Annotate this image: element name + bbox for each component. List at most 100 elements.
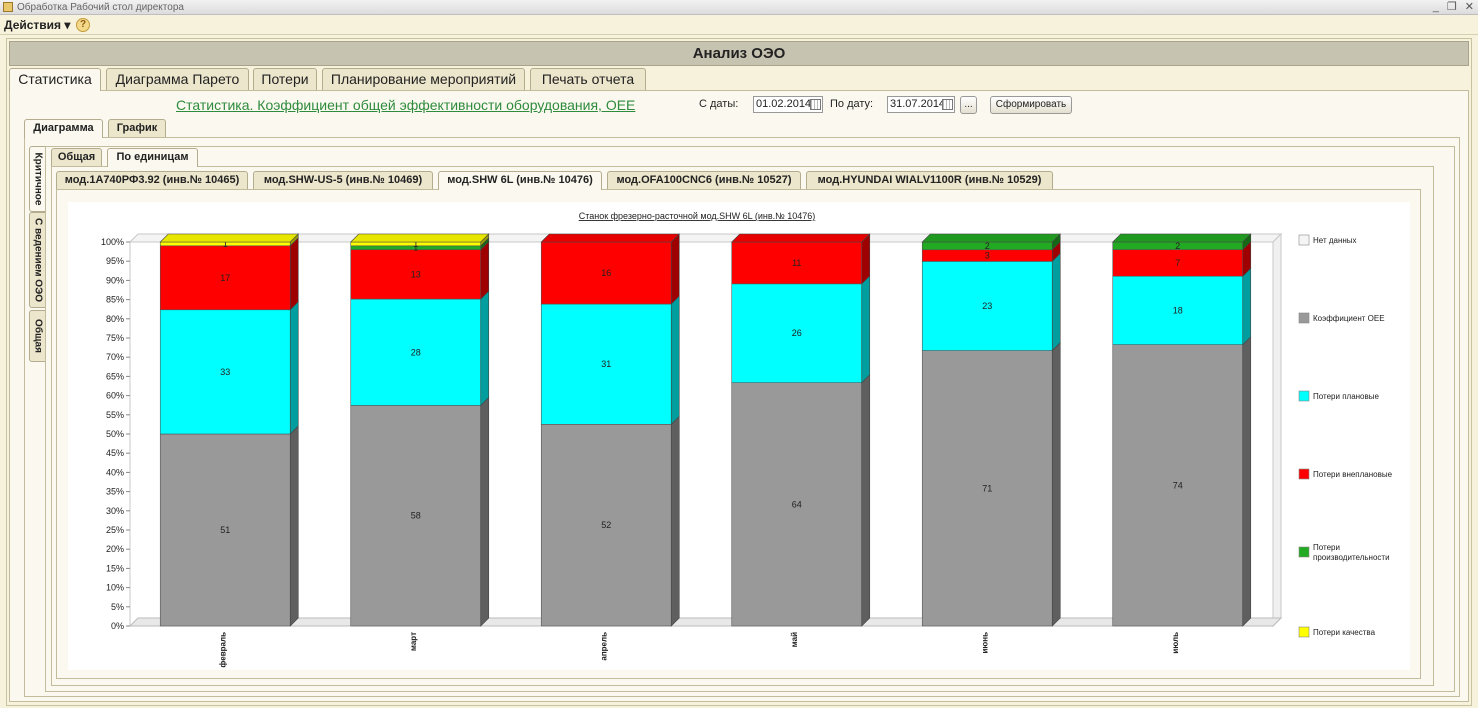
bar-value-label: 64 (792, 499, 802, 509)
bar-value-label: 31 (601, 359, 611, 369)
chart-plot-area (129, 241, 1274, 627)
tab-graph[interactable]: График (108, 119, 166, 137)
bar-segment-side (670, 295, 680, 426)
actions-menu[interactable]: Действия ▾ (4, 18, 70, 32)
side-tab-general-label: Общая (32, 319, 43, 353)
y-tick-label: 45% (106, 448, 124, 458)
tab-group-by-unit[interactable]: По единицам (107, 148, 198, 167)
help-icon[interactable]: ? (76, 18, 90, 32)
bar-value-label: 2 (985, 241, 990, 251)
y-tick-label: 70% (106, 352, 124, 362)
page-title: Анализ ОЭО (9, 41, 1469, 66)
y-tick-label: 80% (106, 314, 124, 324)
x-category-label: июль (1171, 632, 1180, 654)
y-tick-label: 40% (106, 467, 124, 477)
legend-label: Нет данных (1313, 236, 1357, 245)
side-tab-oee[interactable]: С ведением ОЭО (29, 212, 45, 308)
tab-diagram[interactable]: Диаграмма (24, 119, 103, 138)
tab-group-general[interactable]: Общая (51, 148, 102, 166)
legend-label: Потери (1313, 543, 1340, 552)
machine-tab-2[interactable]: мод.SHW-US-5 (инв.№ 10469) (253, 171, 433, 189)
bar-segment-side (670, 233, 680, 305)
y-tick-label: 60% (106, 391, 124, 401)
y-tick-label: 25% (106, 525, 124, 535)
legend-swatch (1298, 312, 1310, 324)
window-titlebar: Обработка Рабочий стол директора _ ❐ ✕ (0, 0, 1478, 15)
machine-tab-1[interactable]: мод.1А740РФ3.92 (инв.№ 10465) (56, 171, 248, 189)
window-title: Обработка Рабочий стол директора (17, 2, 184, 13)
bar-segment-side (480, 240, 490, 300)
tab-planning[interactable]: Планирование мероприятий (322, 68, 525, 90)
bar-segment-side (480, 396, 490, 627)
chart-title: Станок фрезерно-расточной мод.SHW 6L (ин… (579, 211, 816, 221)
calendar-icon[interactable] (942, 99, 953, 110)
chart-area: Станок фрезерно-расточной мод.SHW 6L (ин… (68, 202, 1410, 670)
y-tick-label: 35% (106, 487, 124, 497)
legend-label: Потери качества (1313, 628, 1376, 637)
y-tick-label: 50% (106, 429, 124, 439)
legend-label: Коэффициент ОЕЕ (1313, 314, 1385, 323)
bar-segment-side (1051, 252, 1061, 352)
bar-top (159, 233, 299, 243)
side-tab-critical[interactable]: Критичное (29, 146, 45, 212)
bar-value-label: 71 (982, 483, 992, 493)
bar-value-label: 2 (1175, 241, 1180, 251)
generate-button[interactable]: Сформировать (990, 96, 1072, 114)
bar-value-label: 17 (220, 273, 230, 283)
to-date-label: По дату: (830, 98, 874, 110)
bar-segment-side (861, 233, 871, 285)
bar-value-label: 13 (411, 269, 421, 279)
side-tab-general[interactable]: Общая (29, 310, 45, 362)
legend-swatch (1298, 546, 1310, 558)
bar-value-label: 74 (1173, 480, 1183, 490)
legend-swatch (1298, 390, 1310, 402)
restore-icon[interactable]: ❐ (1447, 0, 1457, 15)
bar-value-label: 16 (601, 268, 611, 278)
bar-top (731, 233, 871, 243)
bar-segment-side (1242, 335, 1252, 627)
tab-print-report[interactable]: Печать отчета (530, 68, 646, 90)
machine-tab-4[interactable]: мод.OFA100CNC6 (инв.№ 10527) (607, 171, 801, 189)
y-tick-label: 65% (106, 371, 124, 381)
x-category-label: февраль (218, 632, 227, 668)
tab-pareto[interactable]: Диаграмма Парето (106, 68, 249, 90)
to-date-field[interactable]: 31.07.2014 (887, 96, 955, 113)
chart-back-side (1272, 232, 1282, 628)
minimize-icon[interactable]: _ (1433, 0, 1439, 15)
legend-label: Потери плановые (1313, 392, 1380, 401)
y-tick-label: 75% (106, 333, 124, 343)
machine-tab-5[interactable]: мод.HYUNDAI WIALV1100R (инв.№ 10529) (806, 171, 1053, 189)
y-tick-label: 30% (106, 506, 124, 516)
legend-label: Потери внеплановые (1313, 470, 1393, 479)
bar-value-label: 33 (220, 367, 230, 377)
tab-statistics[interactable]: Статистика (9, 68, 101, 91)
period-select-button[interactable]: ... (960, 96, 977, 114)
x-category-label: апрель (599, 632, 608, 661)
actions-menu-label: Действия (4, 18, 62, 32)
close-icon[interactable]: ✕ (1465, 0, 1474, 15)
x-category-label: июнь (980, 632, 989, 654)
bar-value-label: 23 (982, 301, 992, 311)
y-tick-label: 0% (111, 621, 124, 631)
report-title-link[interactable]: Статистика. Коэффициент общей эффективно… (176, 97, 635, 113)
bar-segment-side (670, 415, 680, 627)
tab-losses[interactable]: Потери (253, 68, 317, 90)
bar-segment-side (861, 275, 871, 384)
bar-segment-side (289, 301, 299, 435)
from-date-field[interactable]: 01.02.2014 (753, 96, 823, 113)
machine-tab-3[interactable]: мод.SHW 6L (инв.№ 10476) (438, 171, 602, 190)
y-tick-label: 55% (106, 410, 124, 420)
x-category-label: март (409, 632, 418, 651)
to-date-value: 31.07.2014 (890, 98, 946, 110)
calendar-icon[interactable] (810, 99, 821, 110)
bar-segment-side (1242, 267, 1252, 346)
bar-value-label: 26 (792, 328, 802, 338)
from-date-label: С даты: (699, 98, 739, 110)
oee-stacked-bar-chart: Станок фрезерно-расточной мод.SHW 6L (ин… (101, 211, 1393, 668)
from-date-value: 01.02.2014 (756, 98, 812, 110)
bar-top (540, 233, 680, 243)
bar-value-label: 51 (220, 525, 230, 535)
legend-swatch (1298, 626, 1310, 638)
bar-segment-side (861, 373, 871, 627)
y-tick-label: 10% (106, 583, 124, 593)
